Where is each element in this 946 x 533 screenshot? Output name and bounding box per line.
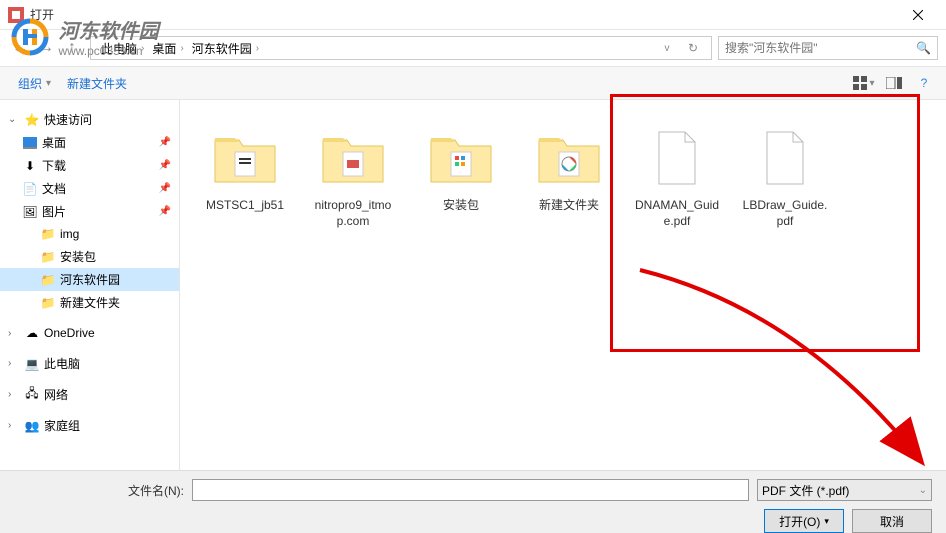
chevron-down-icon: ▾ [46,78,51,89]
organize-button[interactable]: 组织 ▾ [10,71,59,96]
annotation-arrow [620,250,940,480]
pin-icon: 📌 [159,183,171,194]
download-icon: ⬇ [22,158,38,174]
breadcrumb-seg-thispc[interactable]: 此电脑› [97,40,148,57]
open-button[interactable]: 打开(O) ▾ [764,509,844,533]
help-icon[interactable]: ? [912,72,936,94]
file-label: nitropro9_itmop.com [310,198,396,229]
sidebar-item-documents[interactable]: 📄文档📌 [0,177,179,200]
main-area: ⌄⭐快速访问 桌面📌 ⬇下载📌 📄文档📌 🖼图片📌 📁img 📁安装包 📁河东软… [0,100,946,470]
homegroup-icon: 👥 [24,418,40,434]
pin-icon: 📌 [159,160,171,171]
file-item-pdf[interactable]: LBDraw_Guide.pdf [736,116,834,235]
cloud-icon: ☁ [24,325,40,341]
file-item-folder[interactable]: 安装包 [412,116,510,235]
sidebar-item-hedong[interactable]: 📁河东软件园 [0,268,179,291]
sidebar: ⌄⭐快速访问 桌面📌 ⬇下载📌 📄文档📌 🖼图片📌 📁img 📁安装包 📁河东软… [0,100,180,470]
sidebar-item-onedrive[interactable]: ›☁OneDrive [0,322,179,344]
new-folder-button[interactable]: 新建文件夹 [59,71,135,96]
breadcrumb[interactable]: 此电脑› 桌面› 河东软件园› v ↻ [90,36,712,60]
sidebar-item-thispc[interactable]: ›💻此电脑 [0,352,179,375]
file-item-folder[interactable]: nitropro9_itmop.com [304,116,402,235]
preview-pane-icon[interactable] [882,72,906,94]
sidebar-item-desktop[interactable]: 桌面📌 [0,131,179,154]
file-list[interactable]: MSTSC1_jb51 nitropro9_itmop.com 安装包 新建文件… [180,100,946,470]
dialog-footer: 文件名(N): PDF 文件 (*.pdf)⌄ 打开(O) ▾ 取消 [0,470,946,533]
network-icon: 🖧 [24,387,40,403]
file-item-folder[interactable]: MSTSC1_jb51 [196,116,294,235]
sidebar-item-newfolder[interactable]: 📁新建文件夹 [0,291,179,314]
sidebar-item-pictures[interactable]: 🖼图片📌 [0,200,179,223]
desktop-icon [22,135,38,151]
file-item-pdf[interactable]: DNAMAN_Guide.pdf [628,116,726,235]
file-item-folder[interactable]: 新建文件夹 [520,116,618,235]
sidebar-item-network[interactable]: ›🖧网络 [0,383,179,406]
search-icon[interactable]: 🔍 [916,41,931,55]
toolbar: 组织 ▾ 新建文件夹 ▾ ? [0,66,946,100]
filetype-select[interactable]: PDF 文件 (*.pdf)⌄ [757,479,932,501]
folder-icon: 📁 [40,226,56,242]
pictures-icon: 🖼 [22,204,38,220]
split-chevron-icon: ▾ [824,516,829,527]
file-label: 安装包 [443,198,479,214]
folder-icon: 📁 [40,295,56,311]
breadcrumb-seg-desktop[interactable]: 桌面› [148,40,187,57]
sidebar-item-quickaccess[interactable]: ⌄⭐快速访问 [0,108,179,131]
document-icon: 📄 [22,181,38,197]
file-label: 新建文件夹 [539,198,599,214]
sidebar-item-install[interactable]: 📁安装包 [0,245,179,268]
cancel-button[interactable]: 取消 [852,509,932,533]
sidebar-item-downloads[interactable]: ⬇下载📌 [0,154,179,177]
file-label: LBDraw_Guide.pdf [742,198,828,229]
search-box[interactable]: 🔍 [718,36,938,60]
chevron-down-icon: ⌄ [919,485,927,496]
folder-icon: 📁 [40,272,56,288]
breadcrumb-seg-current[interactable]: 河东软件园› [188,40,263,57]
back-button[interactable]: ← [8,36,32,60]
file-label: DNAMAN_Guide.pdf [634,198,720,229]
forward-button[interactable]: → [34,36,58,60]
refresh-icon[interactable]: ↻ [681,36,705,60]
breadcrumb-dropdown-icon[interactable]: v [655,36,679,60]
computer-icon: 💻 [24,356,40,372]
app-icon [8,7,24,23]
sidebar-item-homegroup[interactable]: ›👥家庭组 [0,414,179,437]
folder-icon: 📁 [40,249,56,265]
pin-icon: 📌 [159,206,171,217]
pin-icon: 📌 [159,137,171,148]
filename-input[interactable] [192,479,749,501]
up-button[interactable]: ↑ [60,36,84,60]
close-button[interactable] [898,1,938,29]
star-icon: ⭐ [24,112,40,128]
window-title: 打开 [30,6,898,23]
sidebar-item-img[interactable]: 📁img [0,223,179,245]
filename-label: 文件名(N): [14,482,184,499]
view-options-icon[interactable]: ▾ [852,72,876,94]
search-input[interactable] [725,41,916,55]
titlebar: 打开 [0,0,946,30]
file-label: MSTSC1_jb51 [206,198,284,214]
address-bar: ← → ↑ 此电脑› 桌面› 河东软件园› v ↻ 🔍 [0,30,946,66]
